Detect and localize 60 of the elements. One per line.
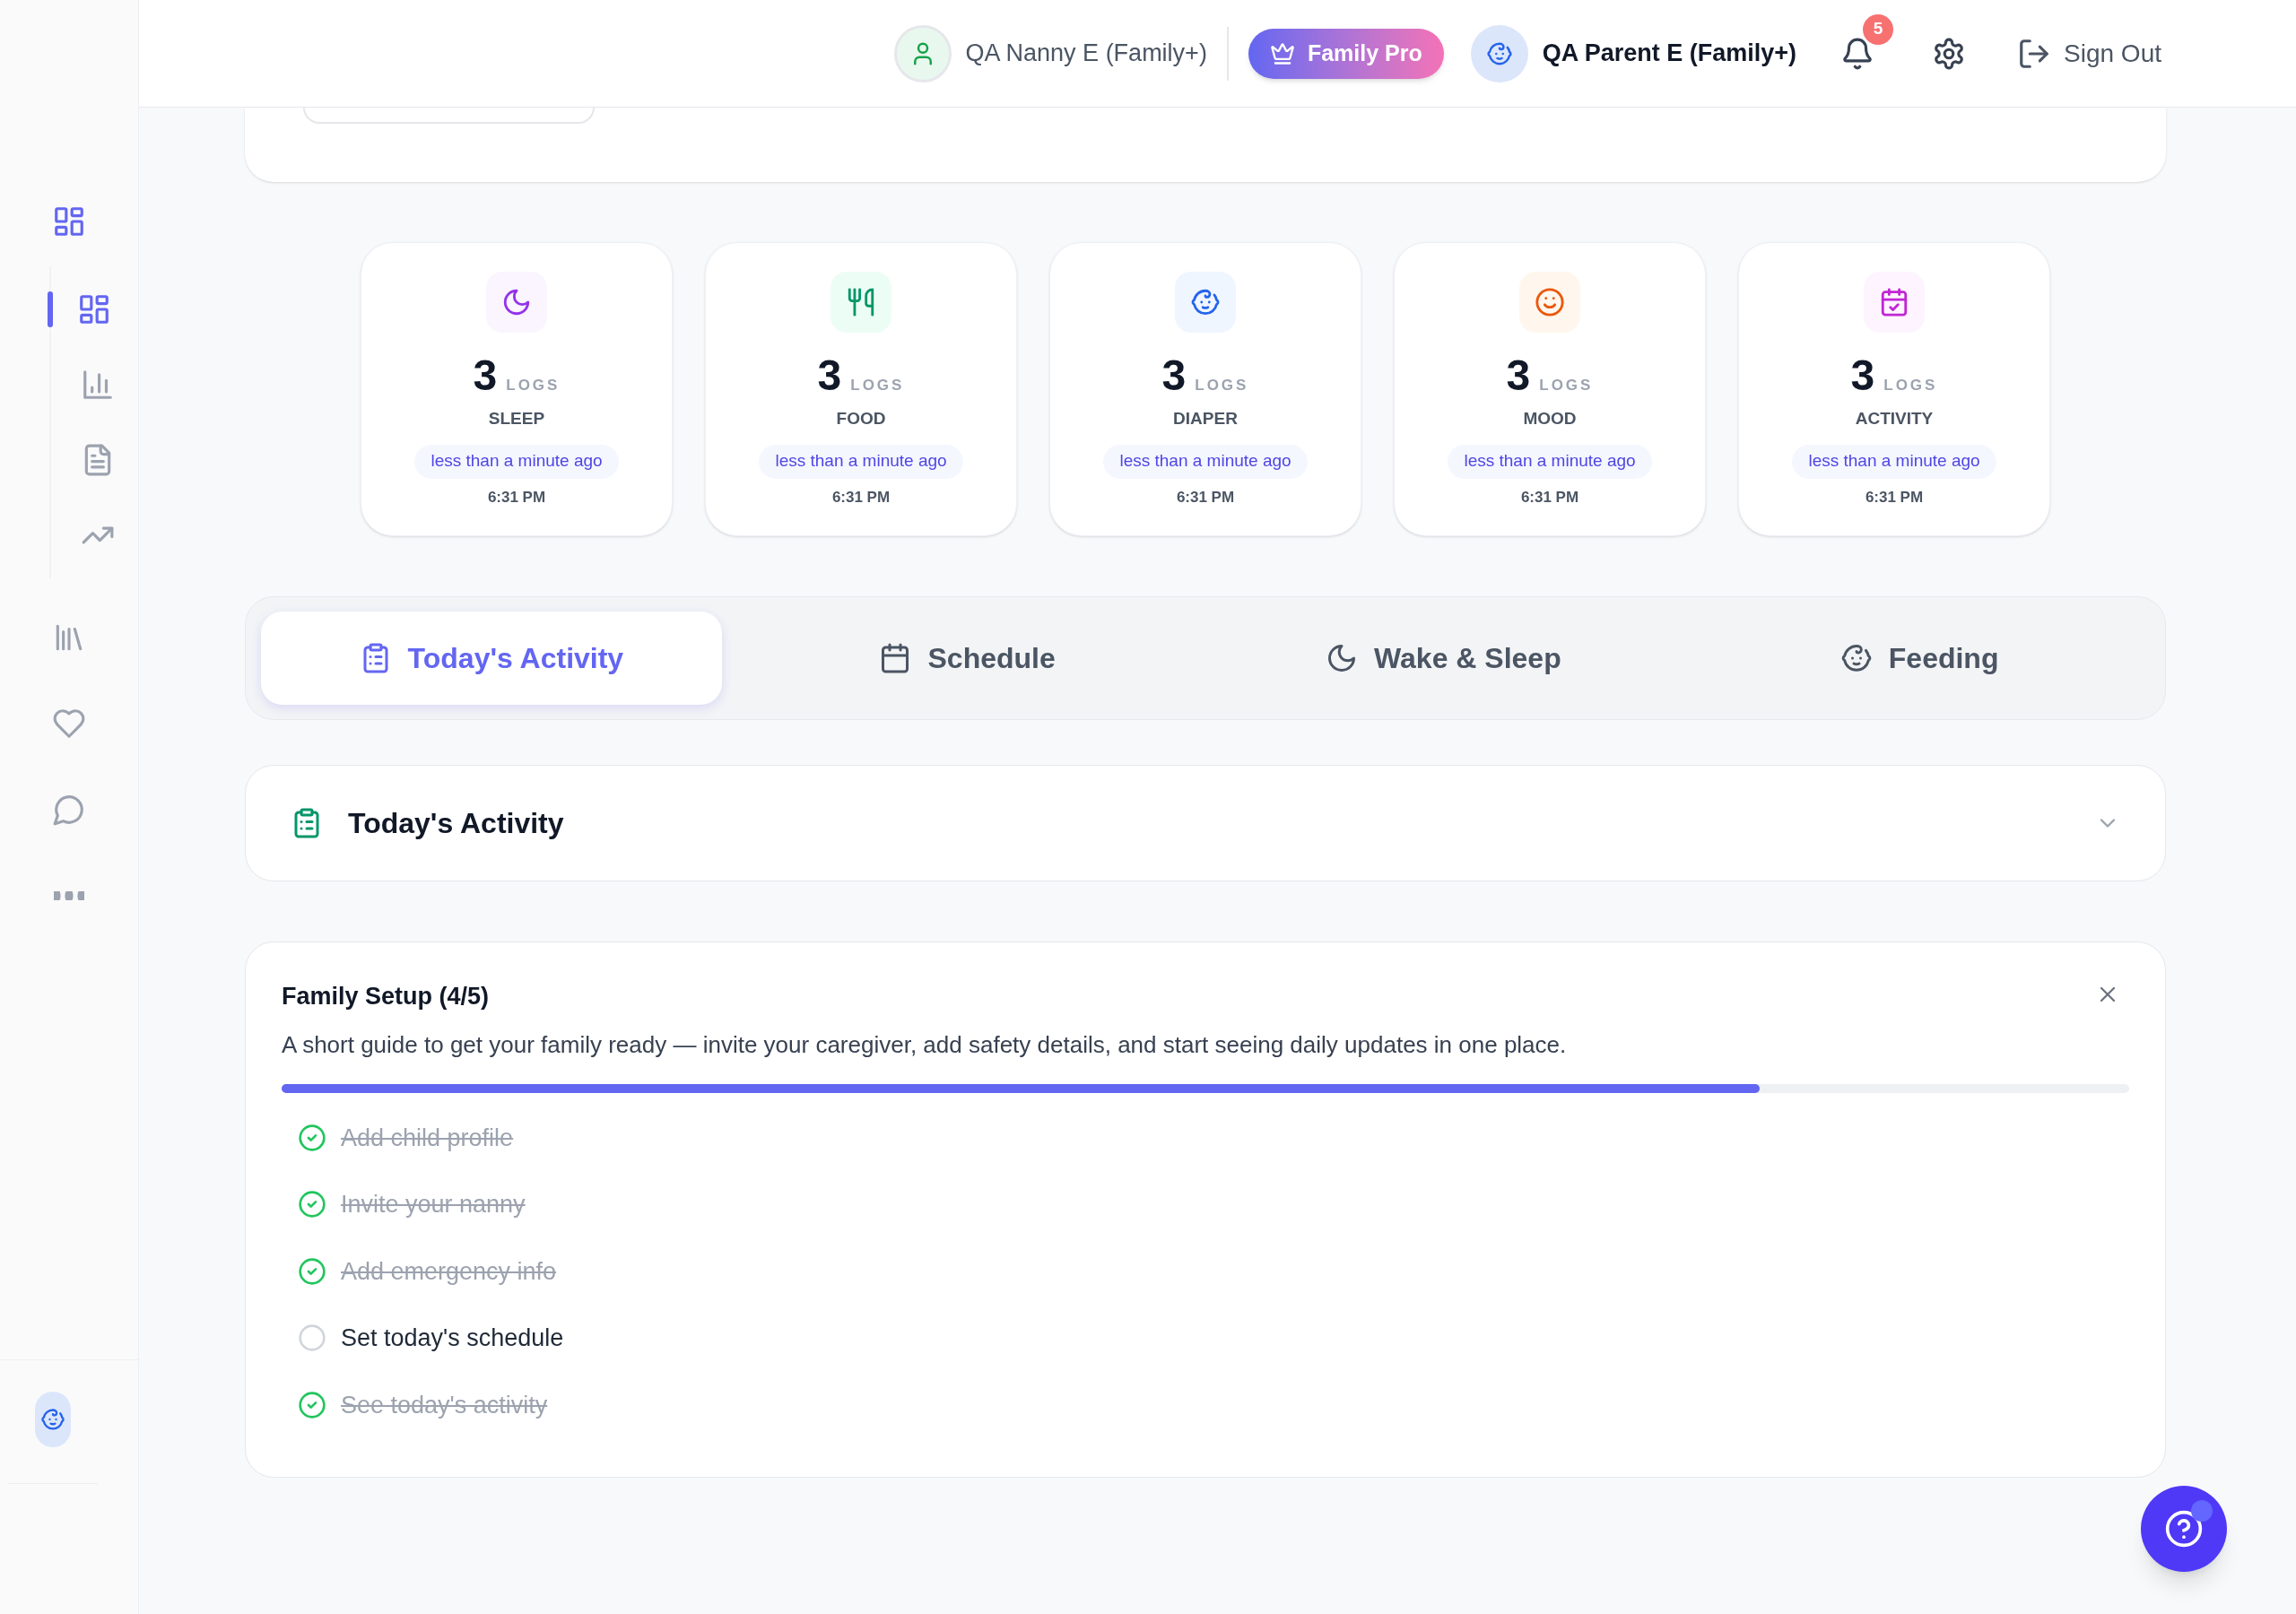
- parent-name: QA Parent E (Family+): [1542, 39, 1797, 69]
- stat-time: 6:31 PM: [1176, 487, 1235, 508]
- heart-icon: [52, 707, 86, 741]
- stat-label: MOOD: [1523, 408, 1577, 430]
- stat-count: 3: [473, 354, 498, 397]
- setup-title: Family Setup (4/5): [282, 982, 490, 1011]
- relative-time-pill: less than a minute ago: [759, 444, 963, 479]
- notification-count: 5: [1863, 13, 1894, 45]
- bar-chart-icon: [81, 368, 115, 402]
- stat-time: 6:31 PM: [487, 487, 546, 508]
- collapsible-section[interactable]: Today's Activity: [245, 765, 2166, 881]
- stat-label: SLEEP: [488, 408, 545, 430]
- relative-time-pill: less than a minute ago: [1448, 444, 1652, 479]
- dashboard-icon: [77, 292, 111, 326]
- chat-bubble-icon: [52, 793, 86, 827]
- relative-time-pill: less than a minute ago: [1792, 444, 1996, 479]
- stat-unit: LOGS: [506, 376, 561, 395]
- stat-count: 3: [817, 354, 842, 397]
- relative-time-pill: less than a minute ago: [414, 444, 619, 479]
- more-icon: [54, 891, 84, 900]
- moon-icon: [501, 287, 532, 317]
- stat-time: 6:31 PM: [1865, 487, 1924, 508]
- calendar-check-icon: [1879, 287, 1909, 317]
- stat-time: 6:31 PM: [831, 487, 891, 508]
- active-indicator: [48, 291, 53, 327]
- section-title: Today's Activity: [348, 806, 564, 841]
- profile-avatar[interactable]: [35, 1392, 71, 1447]
- stat-count: 3: [1850, 354, 1875, 397]
- crown-icon: [1269, 40, 1295, 66]
- stat-unit: LOGS: [850, 376, 905, 395]
- baby-face-icon: [1190, 287, 1221, 317]
- plan-badge: Family Pro: [1248, 28, 1444, 79]
- stat-label: ACTIVITY: [1855, 408, 1934, 430]
- stat-unit: LOGS: [1883, 376, 1938, 395]
- dashboard-icon: [52, 204, 86, 239]
- sign-out-button[interactable]: Sign Out: [2017, 34, 2161, 73]
- tab[interactable]: Today's Activity: [261, 612, 722, 705]
- help-icon: [2164, 1509, 2204, 1549]
- tab[interactable]: Schedule: [736, 612, 1198, 705]
- stat-count: 3: [1161, 354, 1187, 397]
- fork-knife-icon: [846, 287, 876, 317]
- stat-time: 6:31 PM: [1520, 487, 1579, 508]
- stat-unit: LOGS: [1539, 376, 1594, 395]
- tab[interactable]: Feeding: [1689, 612, 2150, 705]
- baby-face-icon: [1839, 642, 1873, 674]
- setup-step: Invite your nanny: [341, 1186, 526, 1223]
- baby-face-icon: [40, 1407, 65, 1432]
- setup-step: Add child profile: [341, 1119, 514, 1156]
- stat-count: 3: [1506, 354, 1531, 397]
- stat-label: DIAPER: [1173, 408, 1238, 430]
- setup-step: See today's activity: [341, 1386, 548, 1423]
- setup-description: A short guide to get your family ready — invite your caregiver, add safety details, and start seeing daily updates in one place.: [282, 1029, 1568, 1060]
- stat-label: FOOD: [836, 408, 886, 430]
- smiley-icon: [1535, 287, 1565, 317]
- tab[interactable]: Wake & Sleep: [1213, 612, 1674, 705]
- stat-unit: LOGS: [1195, 376, 1249, 395]
- setup-step: Add emergency info: [341, 1253, 557, 1289]
- relative-time-pill: less than a minute ago: [1103, 444, 1308, 479]
- setup-step: Set today's schedule: [341, 1320, 564, 1357]
- nanny-name: QA Nanny E (Family+): [965, 39, 1207, 69]
